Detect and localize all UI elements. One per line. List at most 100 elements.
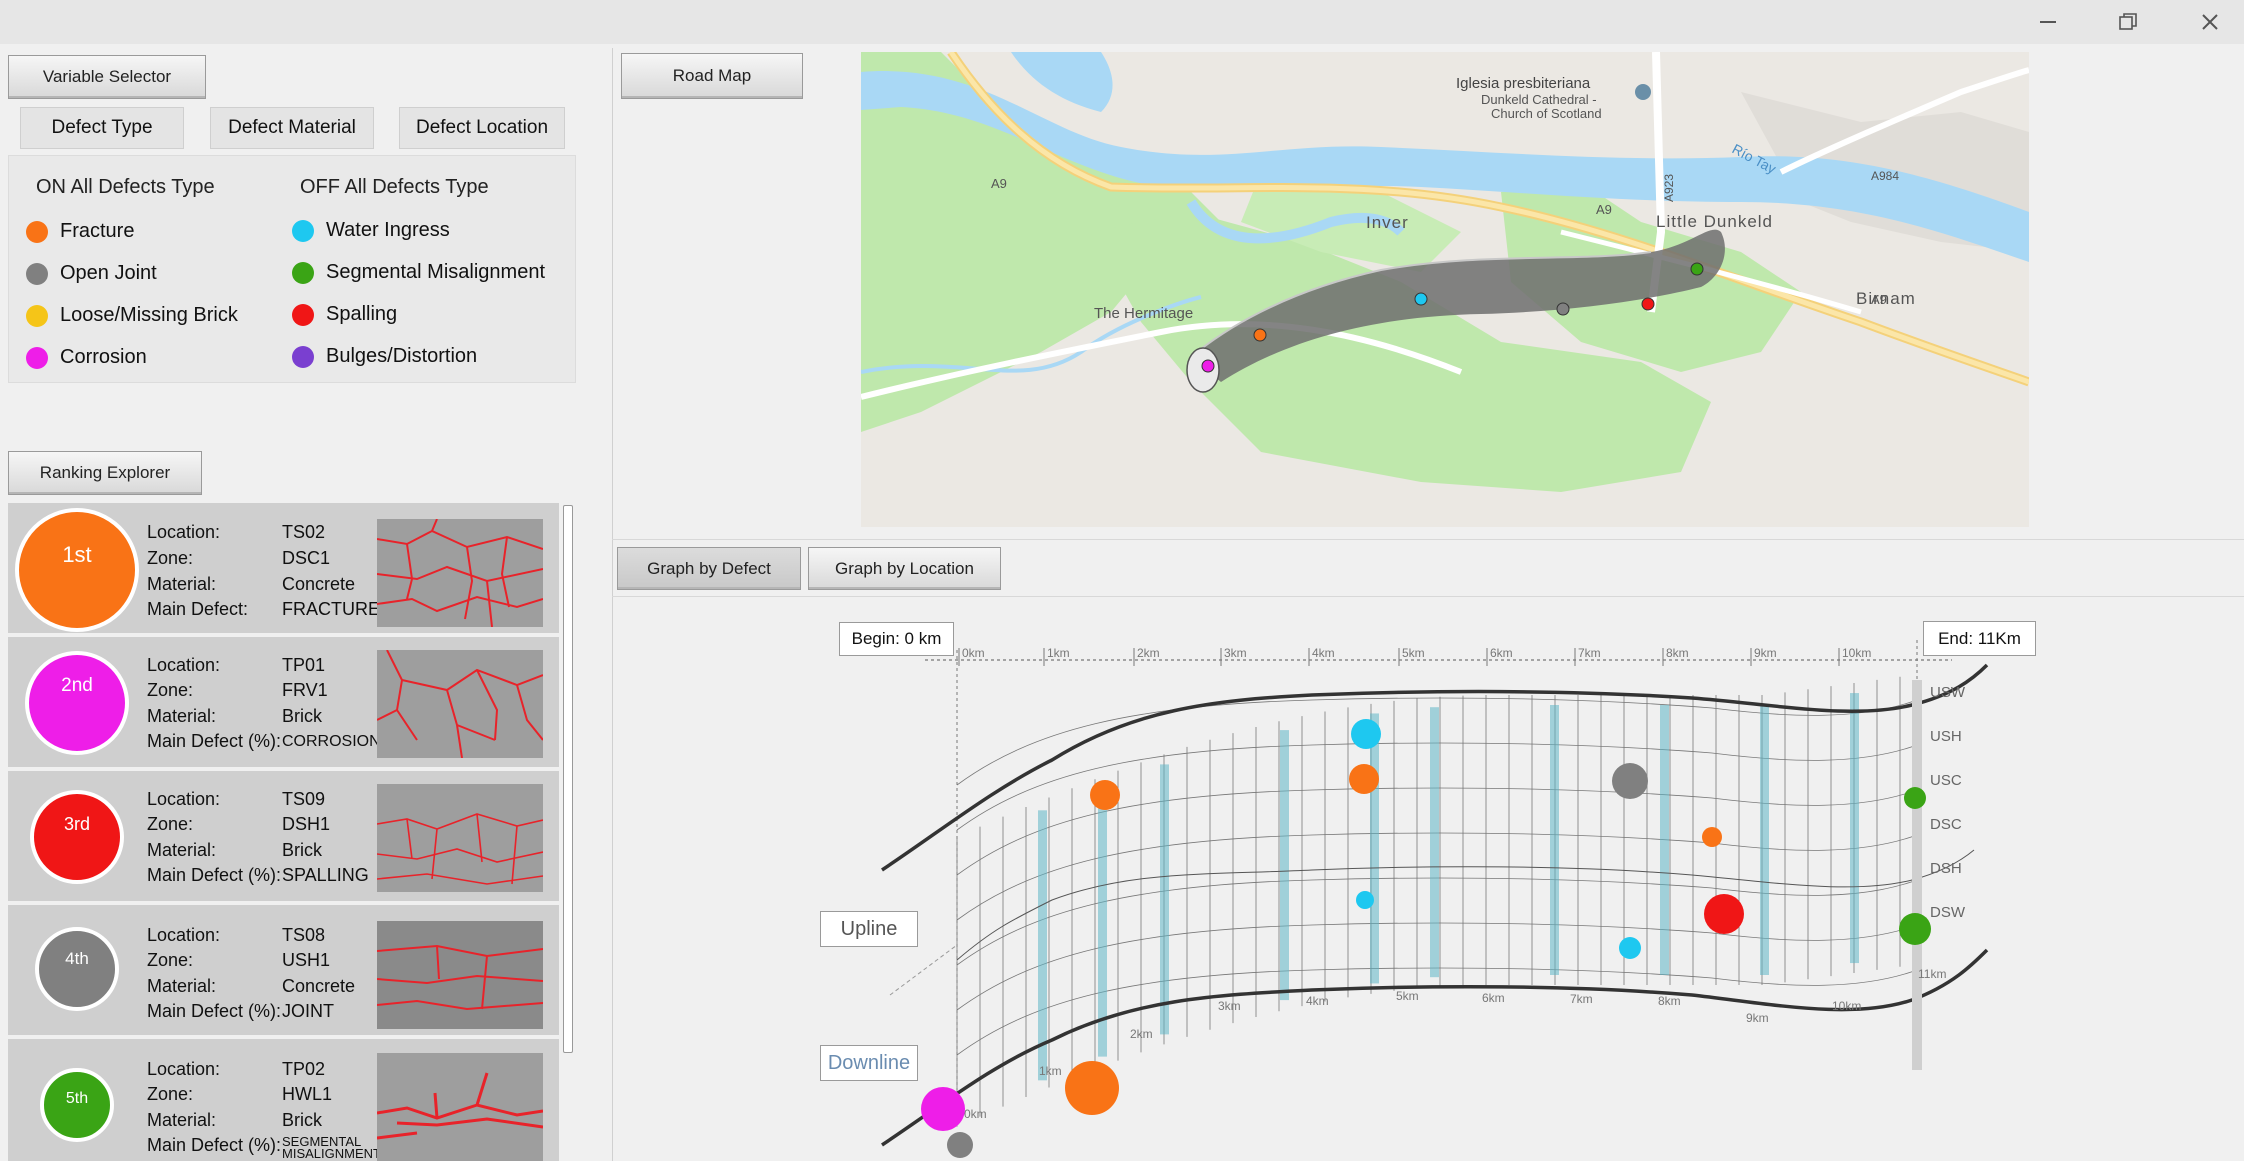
defect-bubble[interactable] xyxy=(1904,787,1926,809)
crack-image xyxy=(377,784,543,892)
defect-bubble[interactable] xyxy=(1702,827,1722,847)
km-label-top: 0km xyxy=(962,646,985,660)
defect-bubble[interactable] xyxy=(1351,719,1381,749)
zone-column-highlight xyxy=(1850,693,1859,964)
defect-bubble[interactable] xyxy=(1090,780,1120,810)
km-label-bottom: 7km xyxy=(1570,992,1593,1006)
legend-item-fracture[interactable]: Fracture xyxy=(26,220,134,243)
ranking-card[interactable]: 2nd Location: TP01 Zone: FRV1 Material: … xyxy=(8,637,559,771)
zone-column-highlight xyxy=(1370,713,1379,984)
open-joint-dot-icon xyxy=(26,262,48,285)
on-all-defects[interactable]: ON All Defects Type xyxy=(36,176,215,199)
restore-button[interactable] xyxy=(2103,6,2153,38)
km-label-bottom: 1km xyxy=(1039,1064,1062,1078)
tab-defect-type[interactable]: Defect Type xyxy=(20,107,184,149)
rank-badge: 3rd xyxy=(30,790,124,884)
map-defect-marker[interactable] xyxy=(1414,292,1428,306)
off-all-defects[interactable]: OFF All Defects Type xyxy=(300,176,489,199)
legend-item-open-joint[interactable]: Open Joint xyxy=(26,262,157,285)
km-label-top: 10km xyxy=(1842,646,1871,660)
zone-label: Zone: xyxy=(147,814,194,834)
crack-image xyxy=(377,519,543,627)
defect-bubble[interactable] xyxy=(1065,1061,1119,1115)
legend-label: Corrosion xyxy=(60,346,147,368)
corrosion-dot-icon xyxy=(26,346,48,369)
tab-graph-by-location[interactable]: Graph by Location xyxy=(808,547,1001,590)
zone-label: Zone: xyxy=(147,680,194,700)
fracture-dot-icon xyxy=(26,220,48,243)
bulges-dot-icon xyxy=(292,345,314,368)
material-label: Material: xyxy=(147,1110,217,1130)
location-label: Location: xyxy=(147,1059,221,1079)
material-value: Concrete xyxy=(282,976,356,996)
legend-item-water-ingress[interactable]: Water Ingress xyxy=(292,219,450,242)
ranking-card[interactable]: 3rd Location: TS09 Zone: DSH1 Material: … xyxy=(8,771,559,905)
km-label-top: 3km xyxy=(1224,646,1247,660)
defect-bubble[interactable] xyxy=(1356,891,1374,909)
location-label: Location: xyxy=(147,522,221,542)
tab-defect-location[interactable]: Defect Location xyxy=(399,107,565,149)
map-road-label: A923 xyxy=(1662,174,1676,202)
ranking-card[interactable]: 1st Location: TS02 Zone: DSC1 Material: … xyxy=(8,503,559,637)
km-label-bottom: 5km xyxy=(1396,989,1419,1003)
legend-item-segmental-misalignment[interactable]: Segmental Misalignment xyxy=(292,261,545,284)
km-label-bottom: 3km xyxy=(1218,999,1241,1013)
window-title-bar xyxy=(0,0,2244,44)
rank-badge: 2nd xyxy=(25,651,129,755)
ranking-card[interactable]: 4th Location: TS08 Zone: USH1 Material: … xyxy=(8,905,559,1039)
zone-label: DSH xyxy=(1930,860,1962,877)
map-defect-marker[interactable] xyxy=(1690,262,1704,276)
material-value: Brick xyxy=(282,1110,322,1130)
map-defect-marker[interactable] xyxy=(1253,328,1267,342)
ranking-card[interactable]: 5th Location: TP02 Zone: HWL1 Material: … xyxy=(8,1039,559,1161)
km-label-top: 6km xyxy=(1490,646,1513,660)
rank-badge: 1st xyxy=(15,508,139,632)
road-map[interactable]: Iglesia presbiteriana Dunkeld Cathedral … xyxy=(861,52,2029,527)
legend-item-corrosion[interactable]: Corrosion xyxy=(26,346,147,369)
defect-bubble[interactable] xyxy=(1619,937,1641,959)
tab-graph-by-defect[interactable]: Graph by Defect xyxy=(617,547,801,590)
legend-item-bulges[interactable]: Bulges/Distortion xyxy=(292,345,477,368)
zone-label: Zone: xyxy=(147,548,194,568)
km-label-bottom: 6km xyxy=(1482,991,1505,1005)
legend-label: Segmental Misalignment xyxy=(326,261,545,283)
map-defect-marker[interactable] xyxy=(1641,297,1655,311)
zone-column-highlight xyxy=(1660,705,1669,975)
defect-bubble[interactable] xyxy=(921,1087,965,1131)
km-label-top: 4km xyxy=(1312,646,1335,660)
map-defect-marker[interactable] xyxy=(1201,359,1215,373)
legend-item-spalling[interactable]: Spalling xyxy=(292,303,397,326)
location-value: TS08 xyxy=(282,925,326,945)
location-value: TP01 xyxy=(282,655,326,675)
tab-defect-material[interactable]: Defect Material xyxy=(210,107,374,149)
km-label-top: 1km xyxy=(1047,646,1070,660)
minimize-button[interactable] xyxy=(2023,6,2073,38)
location-value: TS02 xyxy=(282,522,326,542)
spalling-dot-icon xyxy=(292,303,314,326)
defect-bubble[interactable] xyxy=(947,1132,973,1158)
defect-bubble[interactable] xyxy=(1612,763,1648,799)
close-button[interactable] xyxy=(2185,6,2235,38)
tunnel-graph[interactable]: USW USH USC DSC DSH DSW 0km 0km 1km 1km 2km 2km 3km… xyxy=(612,600,2244,1161)
water-ingress-dot-icon xyxy=(292,219,314,242)
minimize-icon xyxy=(2040,21,2056,23)
defect-bubble[interactable] xyxy=(1349,764,1379,794)
rank-badge: 5th xyxy=(40,1068,114,1142)
variable-selector-button[interactable]: Variable Selector xyxy=(8,55,206,99)
road-map-button[interactable]: Road Map xyxy=(621,53,803,99)
map-road-label: A9 xyxy=(1596,202,1612,217)
map-defect-marker[interactable] xyxy=(1556,302,1570,316)
zone-label: USW xyxy=(1930,684,1966,701)
legend-label: Loose/Missing Brick xyxy=(60,304,238,326)
defect-bubble[interactable] xyxy=(1899,913,1931,945)
crack-image xyxy=(377,1053,543,1161)
material-label: Material: xyxy=(147,840,217,860)
defect-legend-panel: ON All Defects Type OFF All Defects Type… xyxy=(8,155,576,383)
material-label: Material: xyxy=(147,706,217,726)
legend-item-loose-brick[interactable]: Loose/Missing Brick xyxy=(26,304,238,327)
location-label: Location: xyxy=(147,655,221,675)
ranking-scrollbar[interactable] xyxy=(563,505,573,1053)
defect-bubble[interactable] xyxy=(1704,894,1744,934)
main-defect-value: JOINT xyxy=(282,1001,334,1021)
ranking-explorer-button[interactable]: Ranking Explorer xyxy=(8,451,202,495)
